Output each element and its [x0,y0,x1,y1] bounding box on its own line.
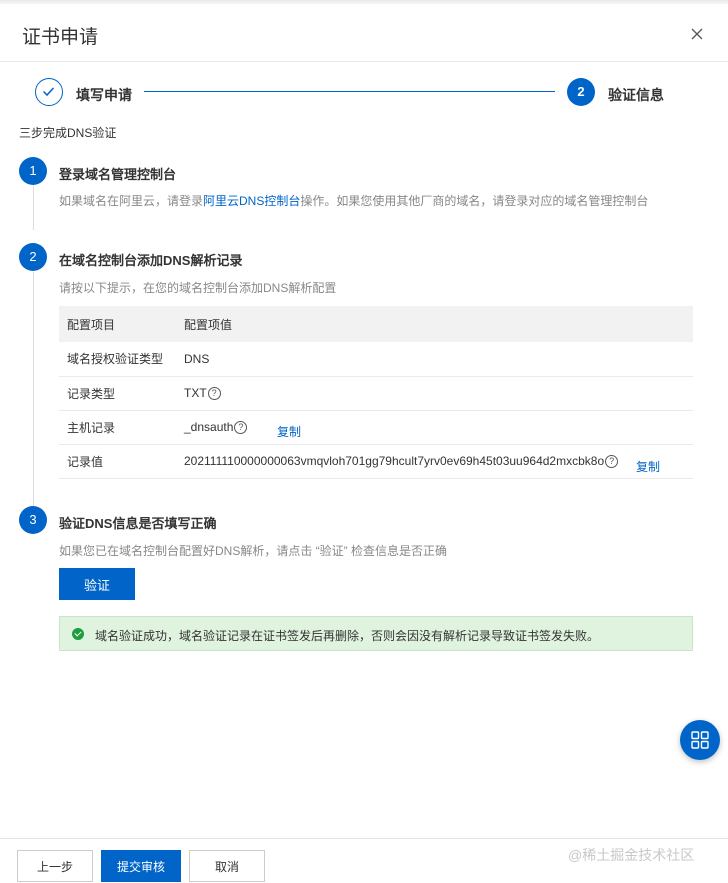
success-alert: 域名验证成功，域名验证记录在证书签发后再删除，否则会因没有解析记录导致证书签发失… [59,616,693,651]
prev-step-button[interactable]: 上一步 [17,850,93,882]
success-check-icon [72,628,84,640]
step-2-number: 2 [567,78,595,106]
help-icon[interactable]: ? [207,387,221,401]
substep-3-desc: 如果您已在域名控制台配置好DNS解析，请点击 “验证” 检查信息是否正确 [59,544,447,558]
submit-review-button[interactable]: 提交审核 [101,850,181,882]
substep-connector [33,272,34,506]
row-key: 记录值 [59,444,176,479]
substep-3-number: 3 [19,506,47,534]
page-subtitle: 三步完成DNS验证 [19,126,117,140]
substep-1-number: 1 [19,157,47,185]
desc-text: 操作。如果您使用其他厂商的域名，请登录对应的域名管理控制台 [300,194,649,208]
column-header: 配置项目 [59,306,176,342]
step-1-done [35,78,63,106]
dns-config-table: 配置项目 配置项值 域名授权验证类型 DNS 记录类型 TXT? 主机记录 _d… [59,306,693,479]
stepper: 填写申请 2 验证信息 [0,62,728,122]
table-row: 域名授权验证类型 DNS [59,342,693,377]
watermark: @稀土掘金技术社区 [568,847,695,863]
row-value: 202111110000000063vmqvloh701gg79hcult7yr… [184,453,605,468]
desc-text: 如果域名在阿里云，请登录 [59,194,204,208]
row-key: 主机记录 [59,410,176,445]
row-key: 域名授权验证类型 [59,342,176,377]
substep-1-desc: 如果域名在阿里云，请登录阿里云DNS控制台操作。如果您使用其他厂商的域名，请登录… [59,192,648,209]
substep-connector [33,186,34,230]
check-icon [42,87,55,97]
help-icon[interactable]: ? [234,421,248,435]
row-value-cell: _dnsauth? [176,410,693,445]
aliyun-dns-console-link[interactable]: 阿里云DNS控制台 [203,194,300,208]
row-value-cell: TXT? [176,376,693,411]
substep-2-number: 2 [19,243,47,271]
help-icon[interactable]: ? [605,455,619,469]
row-value: DNS [176,342,693,377]
cancel-button[interactable]: 取消 [189,850,265,882]
close-icon[interactable] [688,25,706,43]
dialog-title: 证书申请 [22,27,99,48]
step-connector [144,91,555,92]
copy-record-value-button[interactable]: 复制 [636,458,660,475]
dialog-footer: 上一步 提交审核 取消 @稀土掘金技术社区 [0,838,728,883]
substep-2-desc: 请按以下提示，在您的域名控制台添加DNS解析配置 [59,281,337,295]
substep-2-title: 在域名控制台添加DNS解析记录 [59,253,243,268]
row-value-cell: 202111110000000063vmqvloh701gg79hcult7yr… [176,444,693,479]
step-1-label: 填写申请 [76,87,132,103]
success-message: 域名验证成功，域名验证记录在证书签发后再删除，否则会因没有解析记录导致证书签发失… [95,629,600,643]
table-header-row: 配置项目 配置项值 [59,306,693,342]
grid-apps-icon [691,731,709,749]
substep-3-title: 验证DNS信息是否填写正确 [59,516,217,531]
verify-button[interactable]: 验证 [59,568,135,600]
row-value: _dnsauth [184,419,234,434]
dialog-header: 证书申请 [0,4,728,62]
column-header: 配置项值 [176,306,693,342]
table-row: 主机记录 _dnsauth? [59,410,693,445]
table-row: 记录类型 TXT? [59,376,693,411]
row-value: TXT [184,385,207,400]
table-row: 记录值 202111110000000063vmqvloh701gg79hcul… [59,444,693,479]
substep-1-title: 登录域名管理控制台 [59,167,177,182]
copy-host-record-button[interactable]: 复制 [277,423,301,440]
row-key: 记录类型 [59,376,176,411]
step-2-label: 验证信息 [608,87,664,103]
floating-apps-button[interactable] [680,720,720,760]
